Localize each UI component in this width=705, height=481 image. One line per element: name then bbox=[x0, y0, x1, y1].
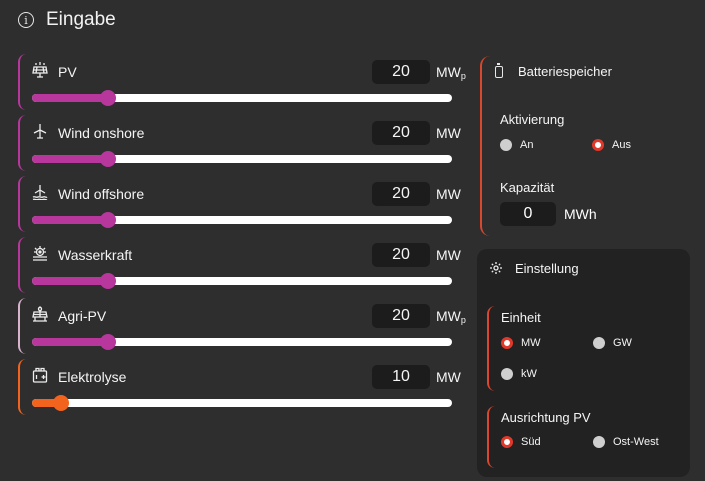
radio-label: Aus bbox=[612, 139, 631, 151]
radio-label: Ost-West bbox=[613, 436, 659, 448]
capacity-label: Kapazität bbox=[500, 180, 555, 195]
radio-orientation-ost-west[interactable]: Ost-West bbox=[593, 436, 659, 448]
source-row-pv: PV 20 MWp bbox=[18, 54, 466, 110]
radio-orientation-sued[interactable]: Süd bbox=[501, 436, 541, 448]
source-label: Wind offshore bbox=[58, 186, 145, 202]
radio-dot bbox=[592, 139, 604, 151]
radio-label: MW bbox=[521, 337, 541, 349]
wind-turbine-icon bbox=[32, 123, 48, 139]
unit-label: MW bbox=[436, 186, 461, 202]
slider-thumb[interactable] bbox=[99, 273, 116, 289]
sources-panel: PV 20 MWp Wind onshore 20 MW Wind offsho… bbox=[14, 50, 466, 450]
unit-label: MW bbox=[436, 247, 461, 263]
pv-slider[interactable] bbox=[32, 90, 452, 106]
source-row-elektrolyse: Elektrolyse 10 MW bbox=[18, 359, 462, 415]
slider-thumb[interactable] bbox=[99, 151, 116, 167]
radio-dot bbox=[501, 337, 513, 349]
gear-icon bbox=[489, 261, 503, 280]
capacity-input[interactable]: 0 bbox=[500, 202, 556, 226]
info-icon[interactable]: i bbox=[18, 12, 34, 28]
radio-dot bbox=[501, 368, 513, 380]
wind-offshore-slider[interactable] bbox=[32, 212, 452, 228]
source-label: Wind onshore bbox=[58, 125, 145, 141]
radio-label: GW bbox=[613, 337, 632, 349]
unit-group: Einheit MW GW kW bbox=[487, 306, 682, 391]
agri-pv-slider[interactable] bbox=[32, 334, 452, 350]
radio-label: kW bbox=[521, 368, 537, 380]
battery-panel: Batteriespeicher Aktivierung An Aus Kapa… bbox=[476, 50, 688, 240]
radio-dot bbox=[593, 337, 605, 349]
unit-label: MWp bbox=[436, 64, 466, 81]
radio-label: An bbox=[520, 139, 534, 151]
orientation-label: Ausrichtung PV bbox=[501, 410, 591, 425]
radio-unit-kw[interactable]: kW bbox=[501, 368, 537, 380]
elektrolyse-slider[interactable] bbox=[32, 395, 452, 411]
source-row-wind-offshore: Wind offshore 20 MW bbox=[18, 176, 462, 232]
hydro-icon bbox=[32, 245, 48, 261]
source-row-wasserkraft: Wasserkraft 20 MW bbox=[18, 237, 462, 293]
source-label: Elektrolyse bbox=[58, 369, 127, 385]
wasserkraft-value-input[interactable]: 20 bbox=[372, 243, 430, 267]
battery-icon bbox=[495, 63, 503, 78]
radio-battery-an[interactable]: An bbox=[500, 139, 533, 151]
battery-card: Batteriespeicher Aktivierung An Aus Kapa… bbox=[480, 56, 686, 236]
activation-label: Aktivierung bbox=[500, 112, 565, 127]
unit-label: MW bbox=[436, 369, 461, 385]
radio-label: Süd bbox=[521, 436, 541, 448]
slider-thumb[interactable] bbox=[99, 334, 116, 350]
source-row-agri-pv: Agri-PV 20 MWp bbox=[18, 298, 466, 354]
unit-group-label: Einheit bbox=[501, 310, 541, 325]
wind-onshore-slider[interactable] bbox=[32, 151, 452, 167]
source-label: Agri-PV bbox=[58, 308, 107, 324]
slider-thumb[interactable] bbox=[99, 212, 116, 228]
agri-pv-value-input[interactable]: 20 bbox=[372, 304, 430, 328]
slider-thumb[interactable] bbox=[99, 90, 116, 106]
battery-title: Batteriespeicher bbox=[518, 64, 612, 79]
capacity-unit: MWh bbox=[564, 206, 597, 222]
radio-dot bbox=[501, 436, 513, 448]
radio-unit-mw[interactable]: MW bbox=[501, 337, 541, 349]
offshore-wind-icon bbox=[32, 184, 48, 200]
page-title: Eingabe bbox=[46, 9, 116, 30]
header: i Eingabe bbox=[0, 0, 705, 40]
unit-label: MWp bbox=[436, 308, 466, 325]
unit-label: MW bbox=[436, 125, 461, 141]
source-label: PV bbox=[58, 64, 77, 80]
radio-unit-gw[interactable]: GW bbox=[593, 337, 632, 349]
wasserkraft-slider[interactable] bbox=[32, 273, 452, 289]
electrolysis-icon bbox=[32, 367, 48, 383]
source-row-wind-onshore: Wind onshore 20 MW bbox=[18, 115, 462, 171]
slider-thumb[interactable] bbox=[53, 395, 70, 411]
settings-title: Einstellung bbox=[515, 261, 579, 276]
settings-card: Einstellung Einheit MW GW kW Ausrichtung… bbox=[477, 249, 690, 477]
solar-panel-icon bbox=[32, 62, 48, 78]
agri-pv-icon bbox=[32, 306, 48, 322]
pv-value-input[interactable]: 20 bbox=[372, 60, 430, 84]
radio-dot bbox=[593, 436, 605, 448]
elektrolyse-value-input[interactable]: 10 bbox=[372, 365, 430, 389]
radio-battery-aus[interactable]: Aus bbox=[592, 139, 631, 151]
wind-offshore-value-input[interactable]: 20 bbox=[372, 182, 430, 206]
source-label: Wasserkraft bbox=[58, 247, 133, 263]
orientation-group: Ausrichtung PV Süd Ost-West bbox=[487, 406, 682, 468]
radio-dot bbox=[500, 139, 512, 151]
wind-onshore-value-input[interactable]: 20 bbox=[372, 121, 430, 145]
